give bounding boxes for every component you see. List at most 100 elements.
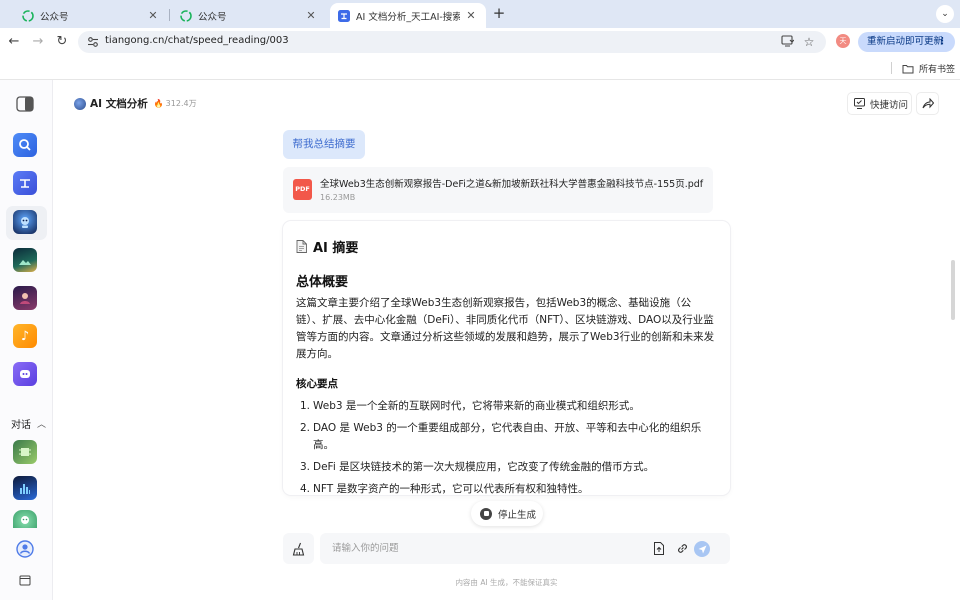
list-item: 4. NFT 是数字资产的一种形式，它可以代表所有权和独特性。 <box>296 481 716 495</box>
relaunch-update-label: 重新启动即可更新 <box>867 36 944 47</box>
robot-face-icon <box>21 516 29 524</box>
city-skyline-icon <box>20 484 30 494</box>
chevron-up-icon: ︿ <box>37 420 47 430</box>
tiangong-logo-icon <box>338 9 350 22</box>
new-tab-plus-icon[interactable]: + <box>490 5 508 23</box>
list-item: 2. DAO 是 Web3 的一个重要组成部分，它代表自由、开放、平等和去中心化的… <box>296 420 716 454</box>
ai-disclaimer: 内容由 AI 生成，不能保证真实 <box>455 578 558 587</box>
user-avatar-icon <box>16 540 34 558</box>
robot-avatar-icon <box>21 217 29 228</box>
popularity-badge: 🔥 312.4万 <box>154 98 197 109</box>
back-arrow-icon[interactable]: ← <box>6 34 22 50</box>
sidebar-item-document-analysis[interactable] <box>13 210 37 234</box>
file-size: 16.23MB <box>320 193 356 202</box>
link-icon[interactable] <box>675 541 690 556</box>
quick-access-button[interactable]: 快捷访问 <box>847 92 912 115</box>
key-points-list: 1. Web3 是一个全新的互联网时代，它将带来新的商业模式和组织形式。 2. DA… <box>296 398 716 495</box>
sidebar-item-search[interactable] <box>13 133 37 157</box>
list-item: 3. DeFi 是区块链技术的第一次大规模应用，它改变了传统金融的借币方式。 <box>296 459 716 476</box>
browser-tab-1[interactable]: 公众号 ✕ <box>14 3 168 28</box>
main-content: AI 文档分析 🔥 312.4万 快捷访问 帮我总结摘要 PDF 全球Web3生态… <box>54 80 960 600</box>
list-item-number: 3. <box>300 461 311 473</box>
sidebar-item-image-app[interactable] <box>13 248 37 272</box>
conversation-item-2[interactable] <box>13 476 37 500</box>
all-bookmarks-folder[interactable]: 所有书签 <box>902 62 955 75</box>
monitor-check-icon <box>854 98 865 109</box>
sidebar-item-tiangong[interactable] <box>13 171 37 195</box>
fire-icon: 🔥 <box>153 99 164 108</box>
reload-icon[interactable]: ↻ <box>54 34 70 50</box>
forward-arrow-icon[interactable]: → <box>30 34 46 50</box>
character-avatar-icon <box>20 293 30 304</box>
list-item-text: Web3 是一个全新的互联网时代，它将带来新的商业模式和组织形式。 <box>313 400 640 412</box>
page-scrollbar-thumb[interactable] <box>951 260 955 320</box>
clear-context-button[interactable] <box>283 533 314 564</box>
quick-access-label: 快捷访问 <box>870 99 909 111</box>
upload-file-icon[interactable] <box>651 541 666 556</box>
browser-tab-1-title: 公众号 <box>40 11 69 23</box>
more-vertical-icon: ⋮ <box>937 36 948 47</box>
conversation-section-header[interactable]: 对话 ︿ <box>11 416 46 431</box>
address-bar[interactable]: tiangong.cn/chat/speed_reading/003 ☆ <box>78 31 826 53</box>
tiangong-logo-icon <box>20 179 30 188</box>
install-app-icon[interactable] <box>780 35 794 49</box>
list-item-number: 1. <box>300 400 311 412</box>
browser-tab-2[interactable]: 公众号 ✕ <box>172 3 326 28</box>
question-input-box[interactable] <box>320 533 730 564</box>
list-item-text: NFT 是数字资产的一种形式，它可以代表所有权和独特性。 <box>313 483 589 495</box>
browser-tab-bar: 公众号 ✕ 公众号 ✕ AI 文档分析_天工AI-搜索、对话 ✕ + ⌄ <box>0 0 960 28</box>
app-title: AI 文档分析 🔥 312.4万 <box>74 96 197 111</box>
stop-icon <box>480 507 492 520</box>
sidebar-item-chatbot[interactable] <box>13 362 37 386</box>
site-settings-icon[interactable] <box>86 35 100 49</box>
bookmark-star-icon[interactable]: ☆ <box>802 35 816 49</box>
sidebar-item-music[interactable]: ♪ <box>13 324 37 348</box>
user-profile-avatar[interactable] <box>13 537 37 561</box>
relaunch-update-button[interactable]: 重新启动即可更新 ⋮ <box>858 32 955 52</box>
attached-file-card[interactable]: PDF 全球Web3生态创新观察报告-DeFi之道&新加坡新跃社科大学普惠金融科… <box>283 167 713 213</box>
circuit-icon <box>19 448 31 456</box>
app-name: AI 文档分析 <box>90 98 148 110</box>
overview-text: 这篇文章主要介绍了全球Web3生态创新观察报告，包括Web3的概念、基础设施（公… <box>296 297 715 360</box>
share-button[interactable] <box>916 92 939 115</box>
file-name: 全球Web3生态创新观察报告-DeFi之道&新加坡新跃社科大学普惠金融科技节点-… <box>320 179 704 190</box>
stop-generation-button[interactable]: 停止生成 <box>471 501 543 526</box>
url-text: tiangong.cn/chat/speed_reading/003 <box>105 35 289 46</box>
profile-avatar[interactable]: 天 <box>836 34 850 48</box>
bookmark-separator <box>891 62 892 74</box>
list-item-text: DAO 是 Web3 的一个重要组成部分，它代表自由、开放、平等和去中心化的组织… <box>313 422 702 451</box>
broom-icon <box>292 542 304 556</box>
conversation-item-1[interactable] <box>13 440 37 464</box>
close-icon[interactable]: ✕ <box>464 9 478 23</box>
browser-tab-2-title: 公众号 <box>198 11 227 23</box>
send-button[interactable] <box>694 541 710 557</box>
tab-separator <box>169 9 170 21</box>
tab-search-chevron-icon[interactable]: ⌄ <box>936 5 954 23</box>
pdf-file-icon: PDF <box>293 179 312 200</box>
close-icon[interactable]: ✕ <box>146 9 160 23</box>
browser-tab-3[interactable]: AI 文档分析_天工AI-搜索、对话 ✕ <box>330 3 486 28</box>
document-analysis-logo-icon <box>74 97 86 110</box>
conversation-item-3[interactable] <box>13 510 37 528</box>
list-item-number: 4. <box>300 483 311 495</box>
question-input[interactable] <box>332 540 632 557</box>
overview-heading: 总体概要 <box>296 275 349 290</box>
close-icon[interactable]: ✕ <box>304 9 318 23</box>
bookmark-bar: 所有书签 <box>0 56 960 80</box>
browser-tab-3-title: AI 文档分析_天工AI-搜索、对话 <box>356 11 460 23</box>
sidebar-item-character-app[interactable] <box>13 286 37 310</box>
answer-title-text: AI 摘要 <box>313 241 359 256</box>
sidebar-toggle-icon[interactable] <box>13 92 37 116</box>
window-layout-icon[interactable] <box>13 568 37 592</box>
stop-generation-label: 停止生成 <box>498 509 537 521</box>
music-note-icon: ♪ <box>20 328 30 344</box>
popularity-count: 312.4万 <box>165 99 197 108</box>
ai-answer-card: AI 摘要 总体概要 这篇文章主要介绍了全球Web3生态创新观察报告，包括Web… <box>283 221 730 495</box>
answer-title: AI 摘要 <box>296 237 358 256</box>
share-arrow-icon <box>922 98 934 109</box>
list-item-number: 2. <box>300 422 311 434</box>
app-sidebar: ♪ 对话 ︿ <box>0 80 53 600</box>
conversation-section-label: 对话 <box>11 420 31 431</box>
send-paper-plane-icon <box>698 545 706 553</box>
search-icon <box>19 139 31 151</box>
